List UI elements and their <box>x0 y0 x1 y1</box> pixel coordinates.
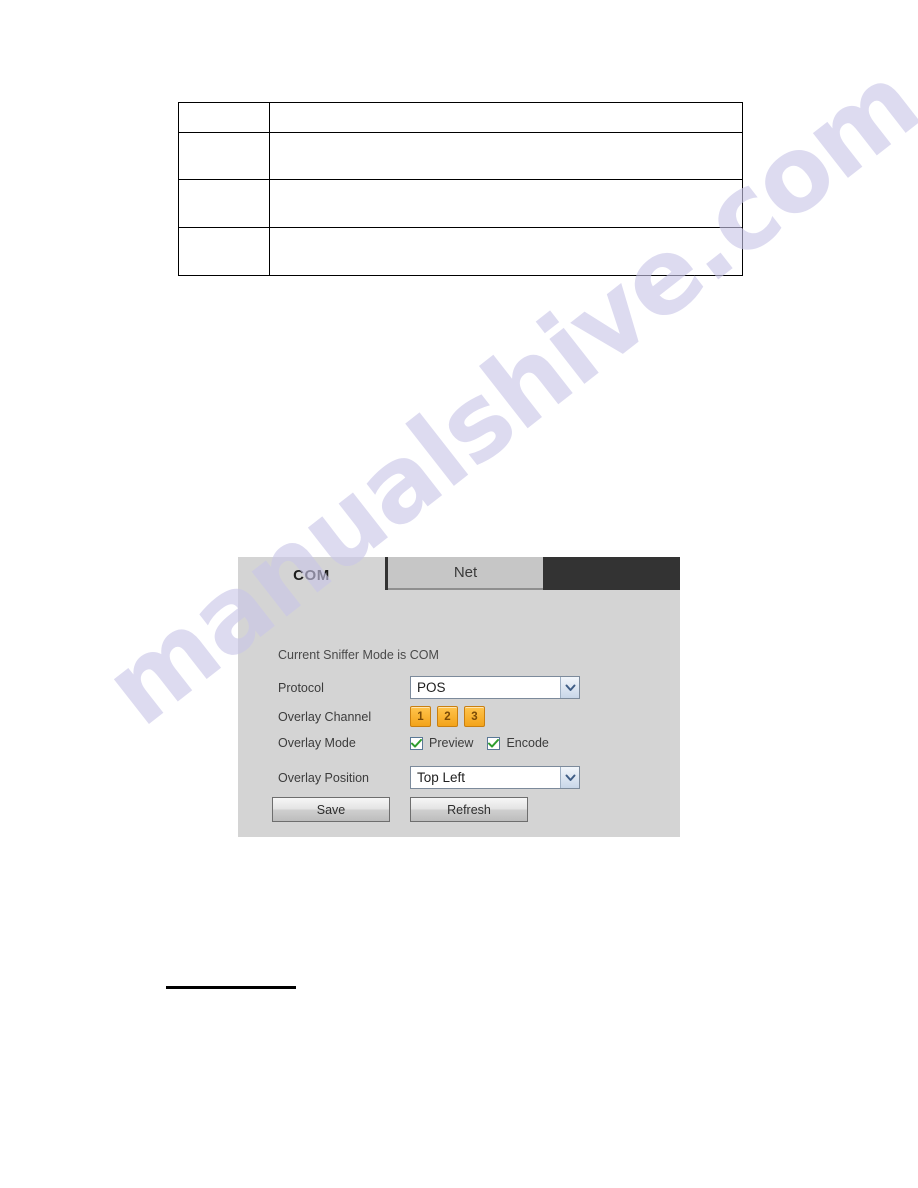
overlay-position-label: Overlay Position <box>278 770 370 785</box>
chevron-down-icon[interactable] <box>560 767 579 788</box>
overlay-position-select[interactable]: Top Left <box>410 766 580 789</box>
overlay-channel-label: Overlay Channel <box>278 709 372 724</box>
table-cell-term <box>178 102 270 133</box>
protocol-label: Protocol <box>278 680 324 695</box>
row-overlay-mode: Overlay Mode Preview Encode <box>278 736 549 750</box>
tab-net-label: Net <box>453 564 478 581</box>
protocol-select[interactable]: POS <box>410 676 580 699</box>
channel-chip-3[interactable]: 3 <box>464 706 485 727</box>
table-cell-desc <box>269 102 743 133</box>
overlay-mode-label: Overlay Mode <box>278 736 356 750</box>
table-cell-desc <box>269 227 743 276</box>
chevron-down-icon[interactable] <box>560 677 579 698</box>
overlay-mode-encode[interactable]: Encode <box>487 736 549 750</box>
encode-label: Encode <box>506 736 549 750</box>
tab-com[interactable]: COM <box>238 557 385 590</box>
sniffer-mode-note: Current Sniffer Mode is COM <box>278 648 439 662</box>
channel-chip-1[interactable]: 1 <box>410 706 431 727</box>
table-cell-term <box>178 179 270 228</box>
protocol-selected-value: POS <box>417 680 446 695</box>
form-body: Current Sniffer Mode is COM Protocol POS… <box>238 590 680 837</box>
row-overlay-channel: Overlay Channel 1 2 3 <box>278 706 485 727</box>
tab-com-label: COM <box>293 566 330 584</box>
checkbox-checked-icon[interactable] <box>410 736 423 750</box>
channel-chip-2[interactable]: 2 <box>437 706 458 727</box>
table-row <box>178 227 743 276</box>
sniffer-settings-panel: COM Net Current Sniffer Mode is COM Prot… <box>238 557 680 837</box>
spec-table <box>178 102 743 276</box>
table-cell-term <box>178 227 270 276</box>
spec-table-body <box>178 102 743 276</box>
overlay-mode-options: Preview Encode <box>410 736 549 750</box>
tab-strip-filler <box>543 557 680 590</box>
overlay-mode-preview[interactable]: Preview <box>410 736 473 750</box>
row-overlay-position: Overlay Position Top Left <box>278 766 580 789</box>
tab-strip: COM Net <box>238 557 680 590</box>
overlay-channel-chips: 1 2 3 <box>410 706 485 727</box>
save-button[interactable]: Save <box>272 797 390 822</box>
footnote-separator <box>166 986 296 989</box>
table-cell-desc <box>269 132 743 180</box>
row-protocol: Protocol POS <box>278 676 580 699</box>
overlay-position-selected-value: Top Left <box>417 770 466 785</box>
document-page: COM Net Current Sniffer Mode is COM Prot… <box>0 0 918 1188</box>
table-row <box>178 102 743 133</box>
table-row <box>178 179 743 228</box>
table-cell-term <box>178 132 270 180</box>
table-row <box>178 132 743 180</box>
refresh-button[interactable]: Refresh <box>410 797 528 822</box>
table-cell-desc <box>269 179 743 228</box>
tab-net[interactable]: Net <box>388 557 543 590</box>
preview-label: Preview <box>429 736 474 750</box>
checkbox-checked-icon[interactable] <box>487 736 501 750</box>
action-buttons: Save Refresh <box>272 797 528 822</box>
